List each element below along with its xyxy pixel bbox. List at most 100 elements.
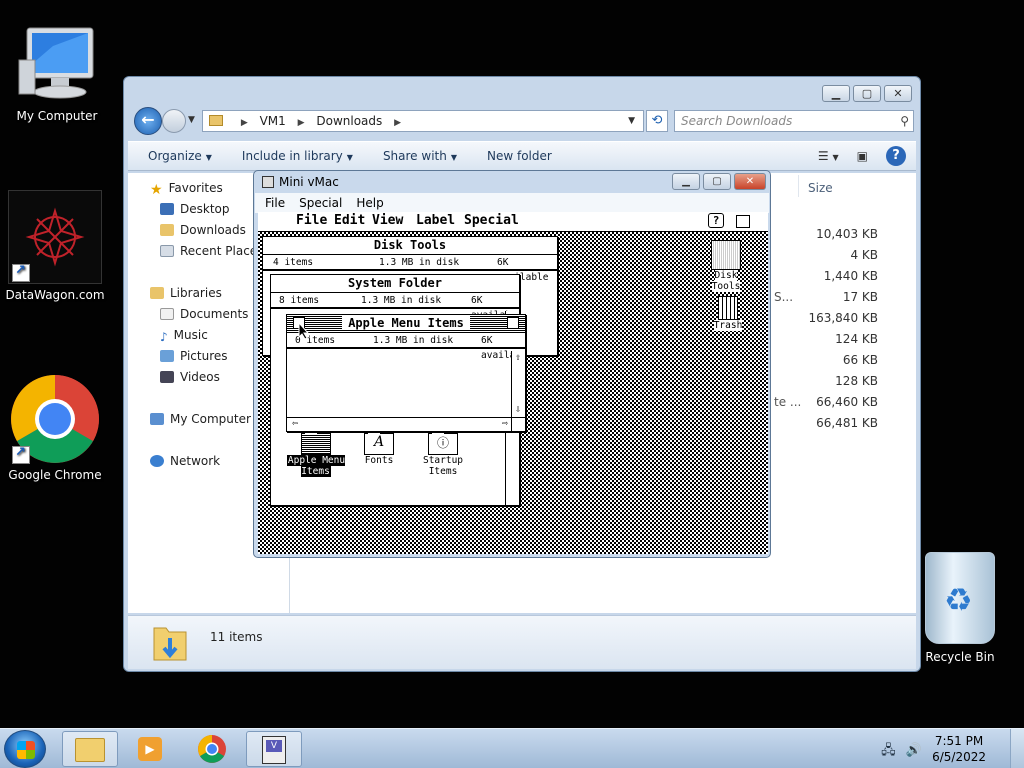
nav-videos[interactable]: Videos: [160, 368, 220, 386]
mac-menu-label[interactable]: Label: [416, 213, 455, 228]
address-dropdown-icon[interactable]: ▼: [628, 111, 635, 131]
nav-pictures-label: Pictures: [180, 349, 228, 363]
nav-libraries[interactable]: Libraries: [150, 284, 222, 302]
clock-date: 6/5/2022: [932, 750, 986, 764]
application-menu-icon[interactable]: [736, 215, 750, 228]
share-with-button[interactable]: Share with ▼: [383, 149, 457, 163]
minimize-button[interactable]: ▁: [822, 85, 850, 102]
taskbar-chrome[interactable]: [184, 731, 240, 767]
menu-help[interactable]: Help: [356, 193, 383, 213]
nav-pictures[interactable]: Pictures: [160, 347, 228, 365]
include-label: Include in library: [241, 149, 343, 163]
nav-recent-places[interactable]: Recent Places: [160, 242, 263, 260]
shortcut-arrow-icon: [12, 263, 30, 282]
scroll-down-arrow-icon[interactable]: ⇩: [512, 404, 524, 416]
disk-tools-items: 4 items: [273, 257, 314, 268]
system-folder-items: 8 items: [279, 295, 320, 306]
maximize-button[interactable]: ▢: [853, 85, 881, 102]
recent-pages-dropdown[interactable]: ▼: [188, 115, 195, 125]
menu-special[interactable]: Special: [299, 193, 342, 213]
trash-icon: [718, 296, 738, 320]
nav-my-computer[interactable]: My Computer: [150, 410, 251, 428]
mac-menu-view[interactable]: View: [372, 213, 403, 228]
datawagon-desktop-icon[interactable]: DataWagon.com: [0, 190, 110, 302]
new-folder-button[interactable]: New folder: [487, 149, 552, 163]
disk-tools-volume[interactable]: Disk Tools: [702, 240, 750, 292]
nav-downloads[interactable]: Downloads: [160, 221, 246, 239]
share-label: Share with: [382, 149, 447, 163]
close-button[interactable]: ✕: [884, 85, 912, 102]
nav-music-label: Music: [173, 328, 208, 342]
include-in-library-button[interactable]: Include in library ▼: [242, 149, 353, 163]
zoom-box-icon[interactable]: [507, 317, 519, 329]
forward-button[interactable]: [162, 109, 186, 133]
emulated-mac-screen[interactable]: File Edit View Label Special ? Disk Tool…: [258, 212, 768, 554]
back-button[interactable]: ←: [134, 107, 162, 135]
column-header-size[interactable]: Size: [808, 181, 833, 195]
item-count: 11 items: [210, 630, 263, 644]
mac-menu-special[interactable]: Special: [464, 213, 519, 228]
explorer-window-controls: ▁ ▢ ✕: [822, 85, 912, 102]
taskbar-mini-vmac[interactable]: V: [246, 731, 302, 767]
scroll-up-arrow-icon[interactable]: ⇧: [512, 352, 524, 364]
close-button[interactable]: ✕: [734, 173, 766, 190]
fonts-folder[interactable]: A Fonts: [359, 429, 399, 466]
search-input[interactable]: Search Downloads ⚲: [674, 110, 914, 132]
change-view-icon[interactable]: ☰ ▼: [818, 149, 839, 163]
clock[interactable]: 7:51 PM 6/5/2022: [932, 733, 986, 765]
pictures-icon: [160, 350, 174, 362]
breadcrumb-vm1[interactable]: VM1: [260, 114, 286, 128]
computer-icon: [18, 27, 94, 99]
refresh-button[interactable]: ⟲: [646, 110, 668, 132]
breadcrumb-downloads[interactable]: Downloads: [316, 114, 382, 128]
network-tray-icon[interactable]: 🖧: [881, 743, 896, 758]
nav-documents-label: Documents: [180, 307, 249, 321]
mac-menu-edit[interactable]: Edit: [334, 213, 365, 228]
balloon-help-icon[interactable]: ?: [708, 213, 724, 228]
start-button[interactable]: [4, 730, 46, 768]
file-size: 17 KB: [842, 290, 878, 304]
nav-documents[interactable]: Documents: [160, 305, 248, 323]
clock-time: 7:51 PM: [934, 734, 984, 748]
chrome-icon: [198, 735, 226, 763]
apple-menu-items-titlebar[interactable]: Apple Menu Items: [287, 315, 525, 333]
mini-vmac-window-controls: ▁ ▢ ✕: [672, 173, 766, 190]
downloads-folder-icon: [160, 224, 174, 236]
google-chrome-desktop-icon[interactable]: Google Chrome: [0, 374, 110, 482]
nav-network-label: Network: [170, 454, 221, 468]
nav-music[interactable]: ♪ Music: [160, 326, 208, 344]
address-bar[interactable]: ▶ VM1 ▶ Downloads ▶ ▼: [202, 110, 644, 132]
taskbar-explorer[interactable]: [62, 731, 118, 767]
taskbar: ▶ V 🖧 🔊 7:51 PM 6/5/2022: [0, 728, 1024, 768]
my-computer-desktop-icon[interactable]: My Computer: [2, 24, 112, 123]
trash-icon-container[interactable]: Trash: [708, 296, 748, 331]
resize-box-icon[interactable]: [511, 417, 525, 431]
details-pane: 11 items: [128, 615, 916, 669]
apple-menu-items-folder[interactable]: Apple Menu Items: [273, 429, 359, 477]
preview-pane-icon[interactable]: ▣: [857, 149, 868, 163]
nav-desktop[interactable]: Desktop: [160, 200, 230, 218]
scroll-right-arrow-icon[interactable]: ⇨: [499, 418, 511, 430]
minimize-button[interactable]: ▁: [672, 173, 700, 190]
file-size: 66 KB: [842, 353, 878, 367]
horizontal-scrollbar[interactable]: ⇦ ⇨: [287, 417, 513, 431]
startup-items-folder[interactable]: ⓘ Startup Items: [407, 429, 479, 477]
nav-favorites[interactable]: ★ Favorites: [150, 179, 223, 198]
organize-button[interactable]: Organize ▼: [148, 149, 212, 163]
system-folder-title: System Folder: [271, 275, 519, 293]
vertical-scrollbar[interactable]: ⇧ ⇩: [511, 351, 525, 417]
apple-menu-items-window[interactable]: Apple Menu Items 0 items 1.3 MB in disk …: [286, 314, 526, 432]
mini-vmac-title-text: Mini vMac: [279, 175, 339, 189]
nav-network[interactable]: Network: [150, 452, 220, 470]
maximize-button[interactable]: ▢: [703, 173, 731, 190]
scroll-left-arrow-icon[interactable]: ⇦: [289, 418, 301, 430]
taskbar-media-player[interactable]: ▶: [122, 731, 178, 767]
help-icon[interactable]: ?: [886, 146, 906, 166]
shortcut-arrow-icon: [12, 445, 30, 464]
recycle-bin-desktop-icon[interactable]: Recycle Bin: [912, 552, 1008, 664]
volume-tray-icon[interactable]: 🔊: [906, 743, 922, 758]
show-desktop-button[interactable]: [1010, 729, 1024, 768]
mac-menu-file[interactable]: File: [296, 213, 327, 228]
menu-file[interactable]: File: [265, 193, 285, 213]
nav-recent-label: Recent Places: [180, 244, 264, 258]
